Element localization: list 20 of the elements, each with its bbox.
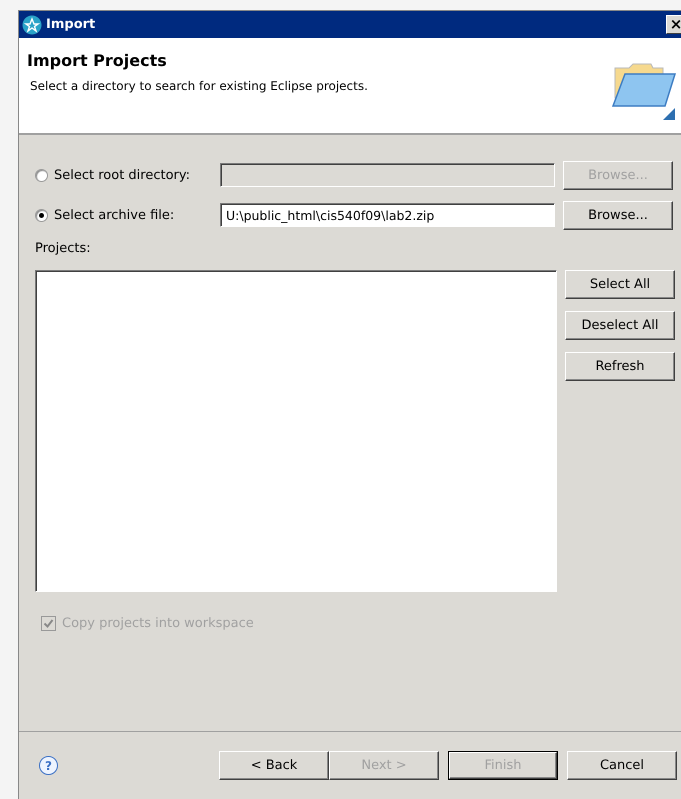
checkbox-label: Copy projects into workspace	[62, 616, 254, 631]
radio-label: Select archive file:	[54, 208, 176, 222]
projects-label: Projects:	[35, 241, 92, 256]
list-action-button[interactable]: Refresh	[565, 352, 675, 381]
wizard-button[interactable]: Cancel	[567, 751, 677, 780]
radio-button[interactable]	[35, 208, 48, 222]
radio-label: Select root directory:	[54, 168, 192, 182]
list-action-button[interactable]: Deselect All	[565, 311, 675, 340]
close-button[interactable]: ×	[666, 15, 681, 34]
list-action-button[interactable]: Select All	[565, 270, 675, 299]
page-description: Select a directory to search for existing Eclipse projects.	[30, 79, 369, 93]
browse-button[interactable]: Browse...	[563, 200, 673, 230]
radio-button[interactable]	[35, 168, 48, 182]
help-icon[interactable]: ?	[39, 756, 58, 775]
path-field[interactable]: U:\public_html\cis540f09\lab2.zip	[220, 203, 555, 227]
wizard-button[interactable]: < Back	[219, 751, 329, 780]
eclipse-logo-icon	[22, 14, 42, 34]
path-field[interactable]	[220, 163, 555, 187]
window-title: Import	[46, 17, 96, 32]
page-title: Import Projects	[27, 51, 168, 70]
